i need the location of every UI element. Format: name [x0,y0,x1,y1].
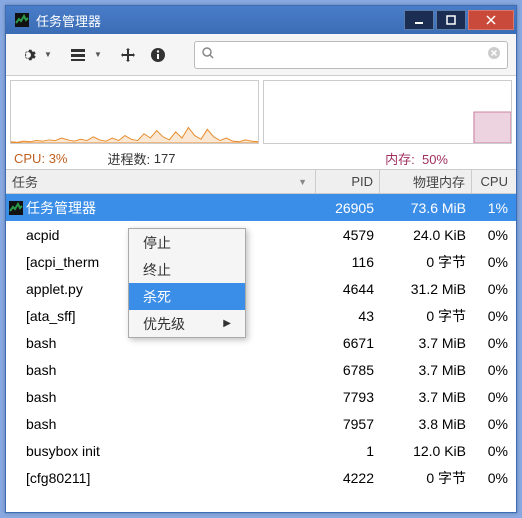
menu-item[interactable]: 优先级▶ [129,310,245,337]
cpu-graph [10,80,259,144]
maximize-button[interactable] [436,10,466,30]
process-name: acpid [26,227,59,243]
menu-item[interactable]: 停止 [129,229,245,256]
task-manager-window: 任务管理器 ▼ ▼ CPU: 3% 进程数: 177 内存: 50% [5,5,517,513]
header-task[interactable]: 任务▼ [6,170,316,193]
cell-cpu: 0% [472,470,516,486]
window-title: 任务管理器 [36,11,404,30]
cell-cpu: 0% [472,227,516,243]
header-memory[interactable]: 物理内存 [380,170,472,193]
settings-button[interactable] [14,41,42,69]
process-name: bash [26,362,56,378]
cell-mem: 3.7 MiB [380,389,472,405]
cell-pid: 4222 [316,470,380,486]
table-row[interactable]: [cfg80211] 42220 字节0% [6,464,516,491]
table-row[interactable]: [acpi_therm 1160 字节0% [6,248,516,275]
process-name: bash [26,389,56,405]
cell-cpu: 1% [472,200,516,216]
table-row[interactable]: bash 67853.7 MiB0% [6,356,516,383]
titlebar[interactable]: 任务管理器 [6,6,516,34]
cell-cpu: 0% [472,389,516,405]
process-name: bash [26,335,56,351]
minimize-button[interactable] [404,10,434,30]
cell-cpu: 0% [472,443,516,459]
cell-mem: 73.6 MiB [380,200,472,216]
search-icon [201,46,215,63]
cell-cpu: 0% [472,254,516,270]
process-name: 任务管理器 [26,198,96,218]
close-button[interactable] [468,10,514,30]
sort-indicator-icon: ▼ [298,177,307,187]
cell-pid: 1 [316,443,380,459]
cell-mem: 0 字节 [380,252,472,272]
process-name: busybox init [26,443,100,459]
table-row[interactable]: bash 66713.7 MiB0% [6,329,516,356]
info-button[interactable] [144,41,172,69]
cell-pid: 4644 [316,281,380,297]
cell-pid: 6671 [316,335,380,351]
process-name: [cfg80211] [26,470,90,486]
cell-mem: 0 字节 [380,306,472,326]
cell-pid: 43 [316,308,380,324]
view-button[interactable] [64,41,92,69]
process-count-label: 进程数: [107,149,150,168]
cpu-label: CPU: [14,151,45,166]
cell-cpu: 0% [472,281,516,297]
graphs-panel [6,76,516,148]
settings-dropdown-icon[interactable]: ▼ [44,50,54,59]
process-name: [acpi_therm [26,254,99,270]
process-icon [8,200,24,216]
cell-mem: 24.0 KiB [380,227,472,243]
submenu-arrow-icon: ▶ [223,318,231,329]
menu-item[interactable]: 杀死 [129,283,245,310]
table-row[interactable]: busybox init 112.0 KiB0% [6,437,516,464]
view-dropdown-icon[interactable]: ▼ [94,50,104,59]
memory-value: 50% [422,152,448,167]
cell-mem: 0 字节 [380,468,472,488]
app-icon [14,12,30,28]
process-list[interactable]: 任务管理器2690573.6 MiB1%acpid457924.0 KiB0%[… [6,194,516,512]
cell-pid: 26905 [316,200,380,216]
table-row[interactable]: applet.py 464431.2 MiB0% [6,275,516,302]
clear-search-icon[interactable] [487,46,501,63]
search-box[interactable] [194,41,508,69]
table-row[interactable]: bash 79573.8 MiB0% [6,410,516,437]
cell-pid: 6785 [316,362,380,378]
cell-cpu: 0% [472,362,516,378]
cell-pid: 4579 [316,227,380,243]
cell-mem: 3.8 MiB [380,416,472,432]
menu-item[interactable]: 终止 [129,256,245,283]
cell-mem: 3.7 MiB [380,335,472,351]
move-button[interactable] [114,41,142,69]
table-row[interactable]: bash 77933.7 MiB0% [6,383,516,410]
cell-pid: 7793 [316,389,380,405]
table-row[interactable]: [ata_sff] 430 字节0% [6,302,516,329]
cell-mem: 3.7 MiB [380,362,472,378]
cell-mem: 12.0 KiB [380,443,472,459]
table-row[interactable]: acpid 457924.0 KiB0% [6,221,516,248]
process-name: [ata_sff] [26,308,76,324]
process-name: applet.py [26,281,83,297]
cell-cpu: 0% [472,416,516,432]
search-input[interactable] [219,47,487,62]
header-pid[interactable]: PID [316,170,380,193]
toolbar: ▼ ▼ [6,34,516,76]
column-headers: 任务▼ PID 物理内存 CPU [6,170,516,194]
cell-pid: 116 [316,254,380,270]
memory-graph [263,80,512,144]
cell-cpu: 0% [472,335,516,351]
cpu-value: 3% [49,151,68,166]
context-menu: 停止终止杀死优先级▶ [128,228,246,338]
stats-bar: CPU: 3% 进程数: 177 内存: 50% [6,148,516,170]
process-count-value: 177 [154,151,176,166]
cell-pid: 7957 [316,416,380,432]
memory-label: 内存: [385,152,415,167]
cell-mem: 31.2 MiB [380,281,472,297]
table-row[interactable]: 任务管理器 2690573.6 MiB1% [6,194,516,221]
cell-cpu: 0% [472,308,516,324]
process-name: bash [26,416,56,432]
header-cpu[interactable]: CPU [472,170,516,193]
